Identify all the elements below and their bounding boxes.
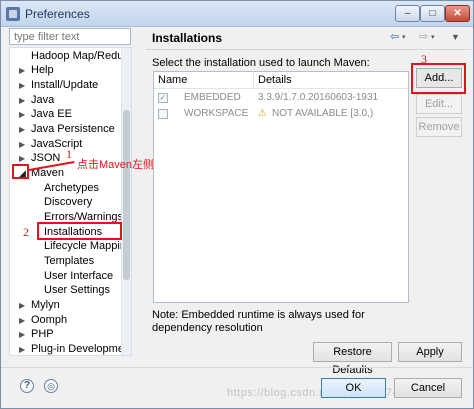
tree-item-label: Mylyn [31, 299, 60, 311]
tree-item-plugin-development[interactable]: ▶ Plug-in Development [10, 342, 131, 355]
tree-item-hadoop[interactable]: Hadoop Map/Reduce [10, 49, 131, 64]
page-title: Installations [152, 31, 223, 45]
annotation-box-maven-triangle [12, 164, 29, 179]
minimize-button[interactable]: – [395, 5, 420, 22]
tree-item-java-ee[interactable]: ▶ Java EE [10, 107, 122, 122]
column-header-details[interactable]: Details [254, 72, 408, 89]
tree-scroll-thumb[interactable] [123, 110, 130, 280]
forward-arrow-icon[interactable]: ⇨ [419, 30, 428, 43]
expand-triangle-icon[interactable]: ▶ [19, 63, 29, 78]
ok-button[interactable]: OK [321, 378, 386, 398]
tree-item-label: Discovery [44, 196, 93, 208]
add-button[interactable]: Add... [416, 68, 462, 88]
expand-triangle-icon[interactable]: ▶ [19, 78, 29, 93]
tree-item-label: Plug-in Development [31, 343, 132, 355]
preferences-tree: Hadoop Map/Reduce ▶ Help ▶ Install/Updat… [9, 47, 132, 356]
apply-button[interactable]: Apply [398, 342, 462, 362]
cancel-button[interactable]: Cancel [394, 378, 462, 398]
row-checkbox-unchecked[interactable] [158, 109, 168, 119]
edit-button[interactable]: Edit... [416, 94, 462, 114]
tree-scrollbar[interactable] [121, 48, 131, 355]
expand-triangle-icon[interactable]: ▶ [19, 313, 29, 328]
column-header-name[interactable]: Name [154, 72, 254, 89]
tree-item-mylyn[interactable]: ▶ Mylyn [10, 298, 122, 313]
tree-item-lifecycle-mapping[interactable]: Lifecycle Mapping [10, 239, 131, 254]
tree-item-label: Java Persistence [31, 123, 115, 135]
footer-divider [1, 367, 473, 368]
row-details: 3.3.9/1.7.0.20160603-1931 [258, 92, 379, 103]
tree-item-label: Java [31, 94, 55, 106]
expand-triangle-icon[interactable]: ▶ [19, 137, 29, 152]
tree-item-label: Hadoop Map/Reduce [31, 50, 132, 62]
tree-item-label: Lifecycle Mapping [44, 240, 132, 252]
tree-item-label: JavaScript [31, 138, 83, 150]
import-export-icon[interactable]: ◎ [44, 379, 58, 393]
tree-item-templates[interactable]: Templates [10, 254, 122, 269]
annotation-number-2: 2 [23, 225, 29, 239]
instructions-text: Select the installation used to launch M… [152, 57, 370, 69]
tree-item-label: PHP [31, 328, 54, 340]
view-menu-icon[interactable]: ▼ [451, 32, 460, 42]
restore-defaults-button[interactable]: Restore Defaults [313, 342, 392, 376]
remove-button[interactable]: Remove [416, 117, 462, 137]
tree-item-oomph[interactable]: ▶ Oomph [10, 313, 122, 328]
tree-item-java-persistence[interactable]: ▶ Java Persistence [10, 122, 122, 137]
row-name: WORKSPACE [184, 108, 249, 119]
table-row[interactable]: WORKSPACE ⚠ NOT AVAILABLE [3.0,) [154, 106, 408, 122]
tree-item-java[interactable]: ▶ Java [10, 93, 122, 108]
tree-item-label: Install/Update [31, 79, 99, 91]
maximize-button[interactable]: □ [420, 5, 445, 22]
warning-icon: ⚠ [258, 108, 267, 119]
title-bar: Preferences – □ ✕ [1, 1, 473, 27]
expand-triangle-icon[interactable]: ▶ [19, 342, 29, 355]
row-name: EMBEDDED [184, 92, 241, 103]
preferences-window: Preferences – □ ✕ Hadoop Map/Reduce ▶ He… [0, 0, 474, 409]
expand-triangle-icon[interactable]: ▶ [19, 107, 29, 122]
expand-triangle-icon[interactable]: ▶ [19, 327, 29, 342]
forward-dropdown-icon[interactable]: ▾ [431, 33, 435, 41]
header-divider [146, 49, 471, 50]
filter-input[interactable] [9, 28, 131, 45]
preferences-app-icon [6, 7, 20, 21]
tree-item-install-update[interactable]: ▶ Install/Update [10, 78, 122, 93]
back-arrow-icon[interactable]: ⇦ [390, 30, 399, 43]
tree-item-label: Oomph [31, 314, 68, 326]
tree-item-discovery[interactable]: Discovery [10, 195, 122, 210]
tree-item-label: User Settings [44, 284, 111, 296]
row-details: NOT AVAILABLE [3.0,) [272, 108, 374, 119]
table-row[interactable]: ✓ EMBEDDED 3.3.9/1.7.0.20160603-1931 [154, 90, 408, 106]
annotation-number-1: 1 [66, 147, 72, 161]
annotation-box-installations [37, 222, 122, 240]
tree-item-label: Archetypes [44, 182, 100, 194]
tree-item-help[interactable]: ▶ Help [10, 63, 122, 78]
tree-item-label: Help [31, 64, 54, 76]
tree-item-php[interactable]: ▶ PHP [10, 327, 122, 342]
tree-item-user-interface[interactable]: User Interface [10, 269, 122, 284]
close-button[interactable]: ✕ [445, 5, 470, 22]
expand-triangle-icon[interactable]: ▶ [19, 122, 29, 137]
row-checkbox-checked[interactable]: ✓ [158, 93, 168, 103]
expand-triangle-icon[interactable]: ▶ [19, 298, 29, 313]
tree-item-label: Templates [44, 255, 95, 267]
tree-item-label: User Interface [44, 270, 114, 282]
embedded-runtime-note: Note: Embedded runtime is always used fo… [152, 309, 365, 334]
tree-item-user-settings[interactable]: User Settings [10, 283, 122, 298]
window-title: Preferences [25, 7, 90, 21]
help-icon[interactable]: ? [20, 379, 34, 393]
expand-triangle-icon[interactable]: ▶ [19, 93, 29, 108]
tree-item-archetypes[interactable]: Archetypes [10, 181, 122, 196]
installations-table: Name Details ✓ EMBEDDED 3.3.9/1.7.0.2016… [153, 71, 409, 303]
tree-item-label: Java EE [31, 108, 72, 120]
back-dropdown-icon[interactable]: ▾ [402, 33, 406, 41]
